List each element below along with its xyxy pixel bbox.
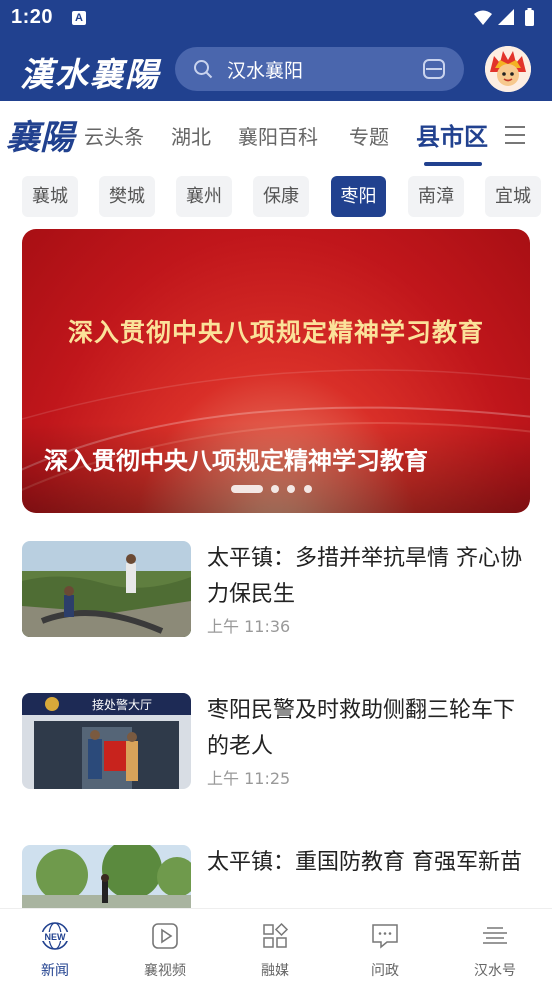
grid-icon [263, 922, 289, 948]
banner-carousel[interactable]: 深入贯彻中央八项规定精神学习教育 深入贯彻中央八项规定精神学习教育 [22, 229, 530, 513]
news-item[interactable]: 太平镇：多措并举抗旱情 齐心协力保民生 上午 11:36 [22, 541, 532, 641]
system-status-icons [474, 8, 534, 26]
nav-label: 襄视频 [144, 963, 186, 979]
carousel-dot [304, 485, 312, 493]
battery-icon [525, 10, 534, 26]
carousel-dot-active [231, 485, 263, 493]
tab-hubei[interactable]: 湖北 [171, 121, 211, 150]
avatar[interactable] [485, 46, 531, 92]
tab-county-districts[interactable]: 县市区 [416, 117, 488, 152]
news-thumbnail [22, 845, 191, 908]
active-tab-indicator [424, 162, 482, 166]
chip-xiangcheng[interactable]: 襄城 [22, 176, 78, 217]
news-title: 枣阳民警及时救助侧翻三轮车下的老人 [207, 698, 516, 759]
status-bar: 1:20 A [0, 0, 552, 36]
chip-baokang[interactable]: 保康 [253, 176, 309, 217]
news-title: 太平镇：多措并举抗旱情 齐心协力保民生 [207, 546, 522, 607]
chip-nanzhang[interactable]: 南漳 [408, 176, 464, 217]
chat-icon [372, 924, 398, 949]
channel-logo: 襄陽 [6, 118, 74, 158]
play-icon [152, 923, 178, 949]
tab-zhuanti[interactable]: 专题 [349, 121, 389, 150]
chip-xiangzhou[interactable]: 襄州 [176, 176, 232, 217]
news-time: 上午 11:36 [207, 617, 291, 636]
nav-label: 新闻 [41, 963, 69, 979]
thumb-sign-text: 接处警大厅 [92, 697, 152, 712]
search-bar[interactable]: 汉水襄阳 [175, 47, 464, 91]
news-badge: NEW [45, 932, 67, 942]
news-item[interactable]: 太平镇：重国防教育 育强军新苗 [22, 845, 532, 908]
bottom-nav: NEW 新闻 襄视频 融媒 问政 汉水号 [0, 908, 552, 984]
nav-media[interactable]: 融媒 [220, 909, 330, 984]
nav-hanshuihao[interactable]: 汉水号 [440, 909, 550, 984]
lines-icon [483, 927, 507, 944]
news-thumbnail [22, 541, 191, 637]
chip-zaoyang[interactable]: 枣阳 [331, 176, 386, 217]
wifi-icon [474, 10, 492, 25]
menu-icon[interactable] [503, 124, 527, 146]
news-thumbnail: 接处警大厅 [22, 693, 191, 789]
news-title: 太平镇：重国防教育 育强军新苗 [207, 850, 522, 875]
status-time: 1:20 [11, 6, 54, 28]
chip-yicheng[interactable]: 宜城 [485, 176, 541, 217]
nav-label: 汉水号 [474, 963, 516, 979]
header-bar: 1:20 A 漢水襄陽 汉水襄阳 [0, 0, 552, 101]
news-time: 上午 11:25 [207, 769, 291, 788]
nav-news[interactable]: NEW 新闻 [0, 909, 110, 984]
signal-icon [498, 9, 514, 25]
mascot-icon [485, 46, 531, 92]
tab-xiangyang-baike[interactable]: 襄阳百科 [238, 121, 318, 150]
carousel-dot [271, 485, 279, 493]
chip-fancheng[interactable]: 樊城 [99, 176, 155, 217]
app-logo: 漢水襄陽 [20, 55, 160, 94]
news-item[interactable]: 接处警大厅 枣阳民警及时救助侧翻三轮车下的老人 上午 11:25 [22, 693, 532, 793]
scan-icon[interactable] [422, 58, 446, 80]
carousel-dot [287, 485, 295, 493]
search-icon [194, 60, 213, 79]
tab-yuntoutiao[interactable]: 云头条 [84, 121, 144, 150]
news-globe-icon: NEW [40, 922, 70, 950]
notification-icon: A [72, 11, 86, 25]
nav-label: 融媒 [261, 963, 289, 979]
search-text: 汉水襄阳 [227, 60, 304, 82]
nav-video[interactable]: 襄视频 [110, 909, 220, 984]
nav-inquiry[interactable]: 问政 [330, 909, 440, 984]
banner-caption: 深入贯彻中央八项规定精神学习教育 [44, 446, 428, 475]
banner-headline: 深入贯彻中央八项规定精神学习教育 [67, 318, 484, 347]
nav-label: 问政 [371, 963, 399, 979]
